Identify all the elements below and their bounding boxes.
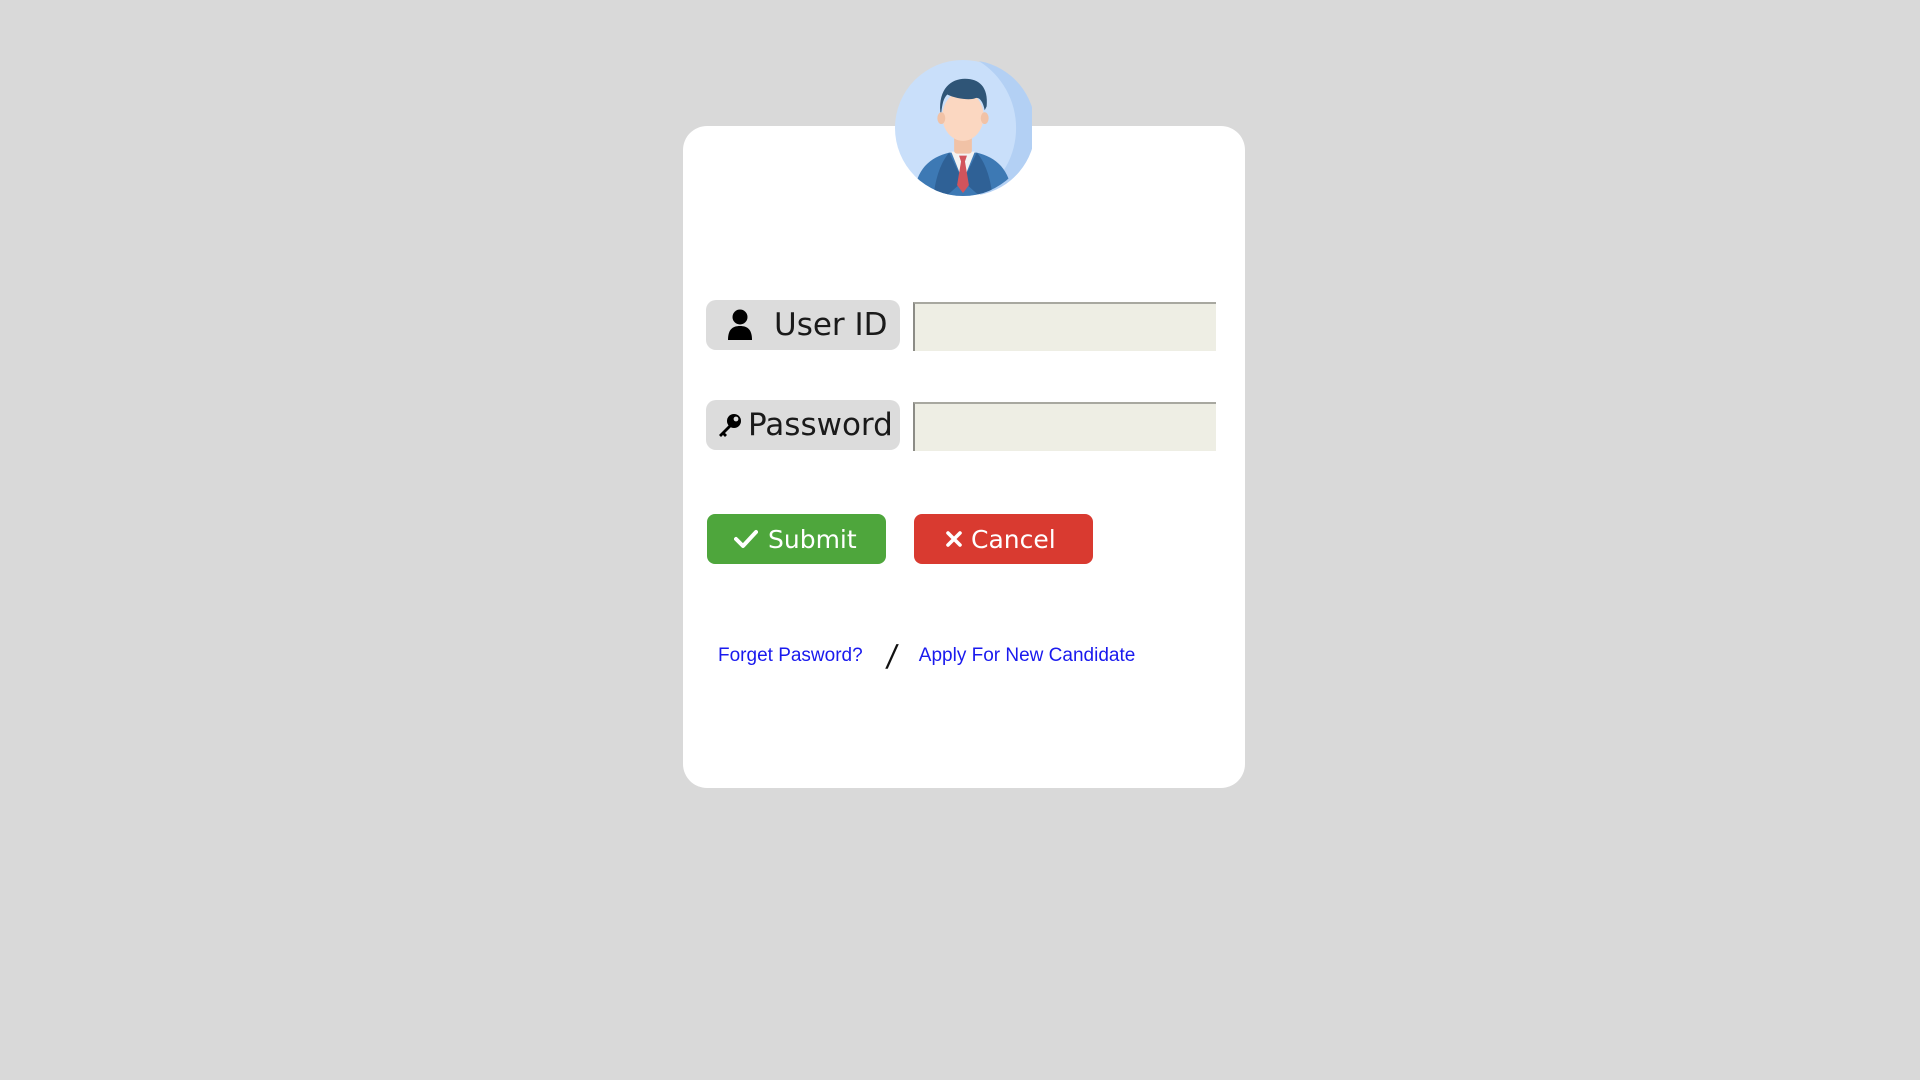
businessman-avatar-icon (894, 59, 1032, 197)
cancel-button[interactable]: Cancel (914, 514, 1093, 564)
login-card (683, 126, 1245, 788)
footer-links: Forget Pasword? / Apply For New Candidat… (718, 638, 1136, 674)
password-label-text: Password (748, 407, 893, 443)
check-icon (734, 529, 758, 549)
close-icon (946, 531, 962, 547)
submit-button-label: Submit (768, 524, 857, 554)
forgot-password-link[interactable]: Forget Pasword? (718, 645, 863, 667)
user-id-label-text: User ID (774, 307, 888, 343)
user-id-label: User ID (706, 300, 900, 350)
password-input[interactable] (913, 402, 1216, 451)
user-icon (727, 309, 753, 341)
user-id-input[interactable] (913, 302, 1216, 351)
cancel-button-label: Cancel (971, 524, 1056, 554)
key-icon (716, 411, 744, 439)
apply-new-candidate-link[interactable]: Apply For New Candidate (919, 645, 1136, 667)
submit-button[interactable]: Submit (707, 514, 886, 564)
password-label: Password (706, 400, 900, 450)
link-separator: / (884, 638, 900, 674)
